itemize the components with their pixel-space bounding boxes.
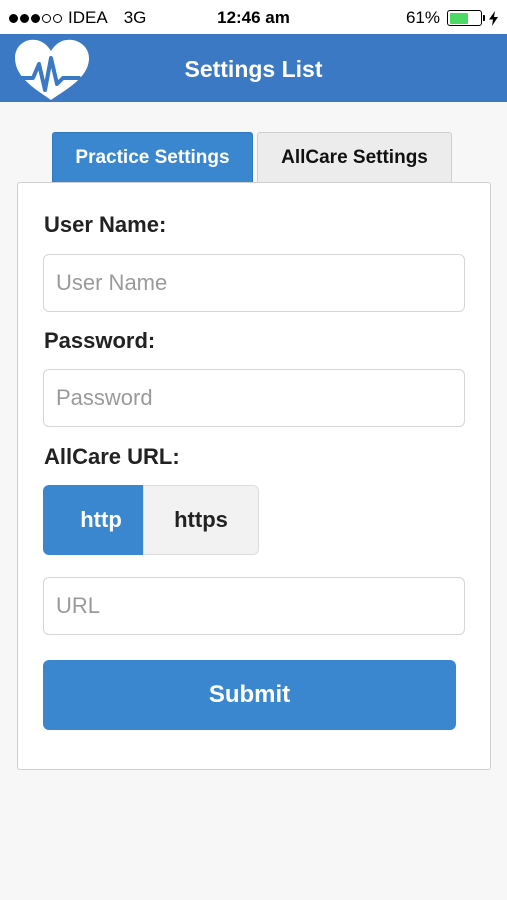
username-input[interactable] bbox=[43, 254, 465, 312]
submit-button[interactable]: Submit bbox=[43, 660, 456, 730]
battery-icon bbox=[447, 10, 485, 26]
battery-fill bbox=[449, 12, 468, 24]
battery-info: 61% bbox=[406, 8, 498, 28]
tab-allcare-settings[interactable]: AllCare Settings bbox=[257, 132, 452, 182]
url-input[interactable] bbox=[43, 577, 465, 635]
status-bar: IDEA 3G 12:46 am 61% bbox=[0, 0, 507, 34]
protocol-https-button[interactable]: https bbox=[143, 485, 259, 555]
page-title: Settings List bbox=[184, 56, 323, 82]
tab-practice-settings[interactable]: Practice Settings bbox=[52, 132, 253, 182]
allcare-url-label: AllCare URL: bbox=[44, 444, 180, 469]
password-label: Password: bbox=[44, 328, 156, 353]
password-input[interactable] bbox=[43, 369, 465, 427]
battery-percent: 61% bbox=[405, 8, 440, 27]
charging-bolt-icon bbox=[489, 10, 498, 26]
protocol-http-button[interactable]: http bbox=[43, 485, 159, 555]
username-label: User Name: bbox=[44, 212, 167, 237]
app-header: Settings List bbox=[0, 34, 507, 102]
